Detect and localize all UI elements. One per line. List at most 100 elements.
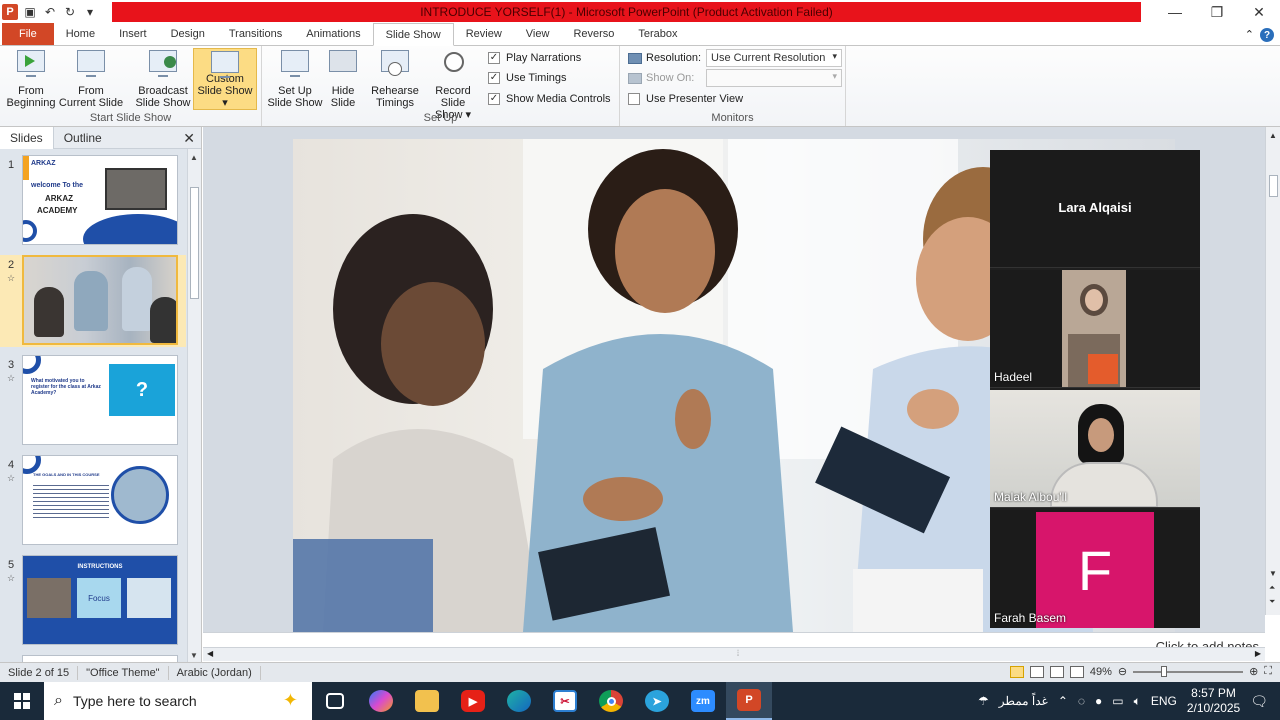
from-beginning-button[interactable]: From Beginning — [4, 48, 58, 109]
zoom-slider[interactable] — [1133, 665, 1244, 677]
tab-animations[interactable]: Animations — [294, 23, 372, 45]
clock[interactable]: 8:57 PM 2/10/2025 — [1187, 686, 1240, 716]
save-icon[interactable]: ▣ — [22, 4, 38, 20]
record-slide-show-button[interactable]: Record Slide Show ▾ — [422, 48, 484, 121]
edge-icon[interactable] — [496, 682, 542, 720]
scrollbar-thumb[interactable] — [1269, 175, 1278, 197]
play-narrations-checkbox[interactable]: ✓ Play Narrations — [488, 52, 581, 64]
scrollbar-grip-icon[interactable]: ⦙ — [737, 648, 739, 659]
slides-pane-scrollbar[interactable]: ▲ ▼ — [187, 149, 201, 662]
notifications-icon[interactable]: 🗨︎ — [1250, 693, 1268, 710]
tab-reverso[interactable]: Reverso — [561, 23, 626, 45]
restore-icon[interactable]: ❐ — [1196, 0, 1238, 24]
slide-thumbnail-5[interactable]: 5 ☆ INSTRUCTIONS Focus — [0, 555, 186, 647]
slide-thumbnail-1[interactable]: 1 ARKAZ welcome To the ARKAZ ACADEMY — [0, 155, 186, 247]
zoom-icon[interactable]: zm — [680, 682, 726, 720]
search-placeholder: Type here to search — [72, 693, 197, 709]
slide-thumbnail-6-partial[interactable] — [0, 655, 186, 662]
file-explorer-icon[interactable] — [404, 682, 450, 720]
scrollbar-thumb[interactable] — [190, 187, 199, 299]
tab-home[interactable]: Home — [54, 23, 107, 45]
participant-tile[interactable]: F Farah Basem — [990, 510, 1200, 628]
chrome-icon[interactable] — [588, 682, 634, 720]
tab-insert[interactable]: Insert — [107, 23, 159, 45]
slide-thumbnail-4[interactable]: 4 ☆ THE GOALS AND IN THIS COURSE — [0, 455, 186, 547]
taskbar-search[interactable]: ⌕ Type here to search ✦ — [44, 682, 312, 720]
tab-view[interactable]: View — [514, 23, 562, 45]
scroll-up-icon[interactable]: ▲ — [1269, 131, 1277, 140]
volume-icon[interactable]: 🔈︎ — [1134, 694, 1141, 709]
language-indicator[interactable]: Arabic (Jordan) — [169, 665, 261, 680]
notes-pane[interactable]: Click to add notes — [203, 632, 1265, 647]
editor-vertical-scrollbar[interactable]: ▲ ▼ ⏶ ⏷ — [1265, 127, 1280, 615]
customize-qat-icon[interactable]: ▾ — [82, 4, 98, 20]
minimize-icon[interactable]: — — [1154, 0, 1196, 24]
zoom-in-icon[interactable]: ⊕ — [1249, 665, 1258, 678]
participant-tile[interactable]: Hadeel — [990, 270, 1200, 388]
task-view-icon[interactable] — [312, 682, 358, 720]
chevron-up-icon[interactable]: ⌃ — [1058, 694, 1068, 708]
telegram-icon[interactable]: ➤ — [634, 682, 680, 720]
slide-thumbnail-3[interactable]: 3 ☆ What motivated you to register for t… — [0, 355, 186, 447]
slide-thumbnail-2[interactable]: 2 ☆ — [0, 255, 186, 347]
slide-show-view-icon[interactable] — [1069, 665, 1084, 678]
tab-design[interactable]: Design — [159, 23, 217, 45]
close-pane-icon[interactable]: ✕ — [183, 130, 195, 147]
show-media-controls-checkbox[interactable]: ✓ Show Media Controls — [488, 93, 611, 105]
scroll-right-icon[interactable]: ▶ — [1255, 649, 1261, 658]
hide-slide-button[interactable]: Hide Slide — [326, 48, 360, 109]
slide-sorter-view-icon[interactable] — [1029, 665, 1044, 678]
redo-icon[interactable]: ↻ — [62, 4, 78, 20]
minimize-ribbon-icon[interactable]: ⌃ — [1245, 28, 1254, 42]
zoom-level[interactable]: 49% — [1090, 666, 1112, 678]
use-timings-checkbox[interactable]: ✓ Use Timings — [488, 72, 567, 84]
tab-outline[interactable]: Outline — [54, 127, 112, 149]
custom-slide-show-button[interactable]: Custom Slide Show ▾ — [193, 48, 257, 110]
participant-tile[interactable]: Lara Alqaisi — [990, 150, 1200, 268]
animation-star-icon: ☆ — [7, 573, 16, 583]
battery-icon[interactable]: ▭ — [1112, 694, 1123, 708]
rehearse-timings-button[interactable]: Rehearse Timings — [370, 48, 420, 109]
help-icon[interactable]: ? — [1260, 28, 1274, 42]
tab-terabox[interactable]: Terabox — [626, 23, 689, 45]
powerpoint-logo-icon[interactable]: P — [2, 4, 18, 20]
close-icon[interactable]: ✕ — [1238, 0, 1280, 24]
set-up-slide-show-button[interactable]: Set Up Slide Show — [266, 48, 324, 109]
scroll-down-icon[interactable]: ▼ — [1269, 569, 1277, 578]
microphone-icon[interactable]: ● — [1095, 694, 1102, 708]
snipping-tool-icon[interactable]: ✂ — [542, 682, 588, 720]
zoom-out-icon[interactable]: ⊖ — [1118, 665, 1127, 678]
reading-view-icon[interactable] — [1049, 665, 1064, 678]
slide-3-preview: What motivated you to register for the c… — [22, 355, 178, 445]
zoom-slider-knob[interactable] — [1161, 665, 1168, 677]
participant-tile[interactable]: Malak Albou'll — [990, 390, 1200, 508]
rehearse-timings-icon — [380, 48, 410, 78]
from-current-slide-button[interactable]: From Current Slide — [58, 48, 124, 109]
weather-text[interactable]: غداً ممطر — [999, 694, 1048, 708]
powerpoint-taskbar-icon[interactable]: P — [726, 682, 772, 720]
copilot-icon[interactable] — [358, 682, 404, 720]
scroll-up-icon[interactable]: ▲ — [190, 153, 198, 162]
youtube-icon[interactable]: ▶ — [450, 682, 496, 720]
normal-view-icon[interactable] — [1009, 665, 1024, 678]
start-button[interactable] — [0, 682, 44, 720]
tab-transitions[interactable]: Transitions — [217, 23, 294, 45]
next-slide-icon[interactable]: ⏷ — [1269, 597, 1275, 607]
tab-slides[interactable]: Slides — [0, 126, 54, 149]
use-presenter-view-checkbox[interactable]: Use Presenter View — [628, 93, 743, 105]
network-icon[interactable]: ◌ — [1078, 694, 1085, 708]
weather-icon[interactable]: ☂ — [978, 694, 989, 708]
input-language[interactable]: ENG — [1151, 694, 1177, 708]
previous-slide-icon[interactable]: ⏶ — [1269, 583, 1275, 593]
show-on-select[interactable]: ▾ — [706, 69, 842, 87]
tab-review[interactable]: Review — [454, 23, 514, 45]
editor-horizontal-scrollbar[interactable]: ◀ ⦙ ▶ — [203, 647, 1265, 661]
tab-slide-show[interactable]: Slide Show — [372, 23, 454, 46]
broadcast-slide-show-button[interactable]: Broadcast Slide Show — [134, 48, 192, 109]
fit-slide-icon[interactable]: ⛶ — [1264, 665, 1272, 678]
scroll-down-icon[interactable]: ▼ — [190, 651, 198, 660]
tab-file[interactable]: File — [2, 23, 54, 45]
undo-icon[interactable]: ↶ — [42, 4, 58, 20]
scroll-left-icon[interactable]: ◀ — [207, 649, 213, 658]
resolution-select[interactable]: Use Current Resolution ▾ — [706, 49, 842, 67]
